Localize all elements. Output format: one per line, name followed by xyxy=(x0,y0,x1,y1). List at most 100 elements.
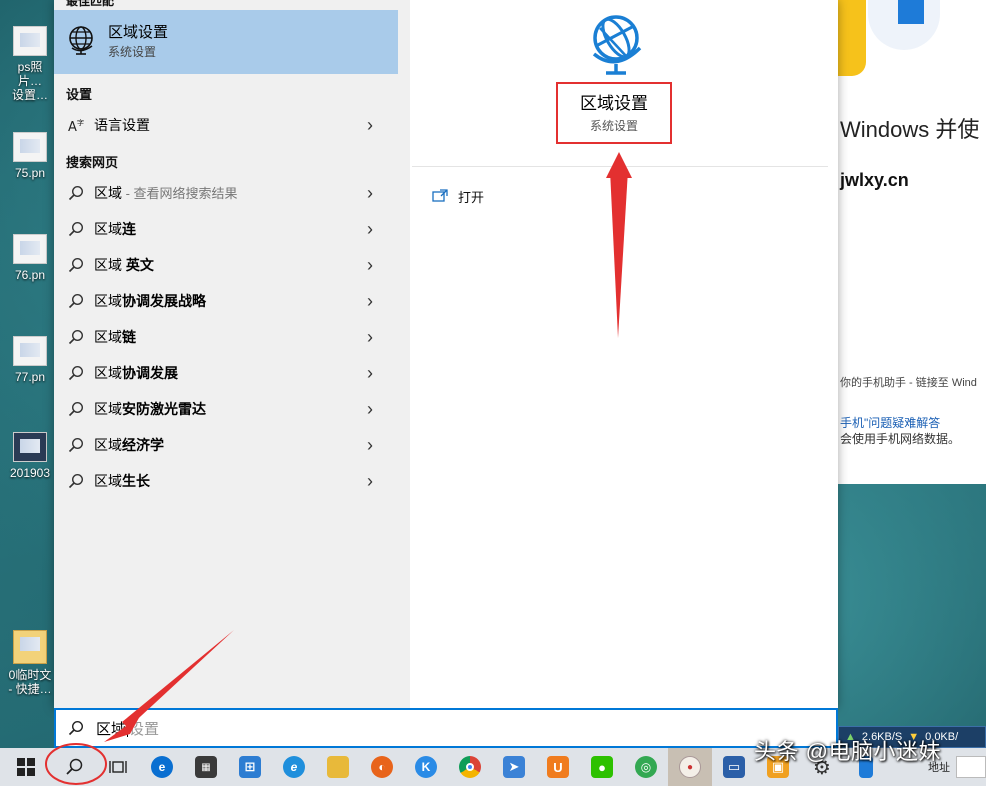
search-autocomplete: 设置 xyxy=(129,720,160,738)
web-result-label: 区域链 xyxy=(94,327,358,347)
search-icon xyxy=(66,327,86,347)
internet-explorer-icon: e xyxy=(283,756,305,778)
taskbar-app-uc-browser[interactable]: U xyxy=(536,748,580,786)
task-view-icon xyxy=(109,761,127,773)
preview-subtitle: 系统设置 xyxy=(589,119,638,133)
taskbar-app-calculator[interactable]: ▦ xyxy=(184,748,228,786)
taskbar-app-file-explorer[interactable] xyxy=(316,748,360,786)
taskbar-app-remote-desktop[interactable]: ▭ xyxy=(712,748,756,786)
chevron-right-icon[interactable]: › xyxy=(358,217,382,241)
web-result-query: 区域 xyxy=(94,401,122,417)
web-result-query: 区域 xyxy=(94,329,122,345)
best-match-header: 最佳匹配 xyxy=(66,0,115,8)
watermark: 头条 @电脑小迷妹 xyxy=(754,739,941,764)
taskbar-app-store[interactable]: ⊞ xyxy=(228,748,272,786)
taskbar-app-active[interactable]: ● xyxy=(668,748,712,786)
search-icon xyxy=(66,435,86,455)
web-result-row[interactable]: 区域 - 查看网络搜索结果 › xyxy=(54,176,398,210)
video-file-icon xyxy=(13,432,47,462)
web-result-label: 区域经济学 xyxy=(94,435,358,455)
web-result-completion: 协调发展战略 xyxy=(122,293,206,309)
best-match-result[interactable]: 区域设置 系统设置 xyxy=(54,10,398,74)
search-icon xyxy=(66,471,86,491)
web-result-completion: 连 xyxy=(122,221,136,237)
mascot-illustration xyxy=(838,0,866,76)
bird-icon: ➤ xyxy=(503,756,525,778)
chevron-right-icon[interactable]: › xyxy=(358,113,382,137)
web-result-query: 区域 xyxy=(94,437,122,453)
chevron-right-icon[interactable]: › xyxy=(358,361,382,385)
store-bag-icon: ⊞ xyxy=(239,756,261,778)
desktop-icon-76[interactable]: 76.pn xyxy=(6,234,54,282)
web-result-row[interactable]: 区域经济学 › xyxy=(54,428,398,462)
preview-pane: 区域设置 系统设置 打开 xyxy=(410,0,838,708)
web-result-row[interactable]: 区域安防激光雷达 › xyxy=(54,392,398,426)
taskbar-app-chrome[interactable] xyxy=(448,748,492,786)
task-view-button[interactable] xyxy=(96,748,140,786)
web-result-label: 区域 英文 xyxy=(94,255,358,275)
web-result-label: 区域连 xyxy=(94,219,358,239)
desktop-icon-label: 76.pn xyxy=(14,268,46,282)
taskbar-app-firefox[interactable]: ◐ xyxy=(360,748,404,786)
taskbar-app-kugou[interactable]: K xyxy=(404,748,448,786)
search-icon xyxy=(66,363,86,383)
search-icon xyxy=(66,399,86,419)
web-result-query: 区域 xyxy=(94,293,122,309)
chevron-right-icon[interactable]: › xyxy=(358,253,382,277)
web-result-row[interactable]: 区域生长 › xyxy=(54,464,398,498)
chevron-right-icon[interactable]: › xyxy=(358,397,382,421)
chevron-right-icon[interactable]: › xyxy=(358,289,382,313)
app-active-icon: ● xyxy=(679,756,701,778)
image-file-icon xyxy=(13,234,47,264)
shield-app-icon: ◎ xyxy=(635,756,657,778)
search-icon xyxy=(66,291,86,311)
taskbar-app-360[interactable]: ◎ xyxy=(624,748,668,786)
web-result-row[interactable]: 区域链 › xyxy=(54,320,398,354)
settings-item-language[interactable]: A字 语言设置 › xyxy=(54,108,398,142)
language-icon: A字 xyxy=(66,115,86,135)
web-section-header: 搜索网页 xyxy=(66,155,119,170)
desktop-icon-201903[interactable]: 201903 xyxy=(6,432,54,480)
web-result-row[interactable]: 区域 英文 › xyxy=(54,248,398,282)
taskbar-app-edge[interactable]: e xyxy=(140,748,184,786)
chevron-right-icon[interactable]: › xyxy=(358,325,382,349)
chrome-icon xyxy=(459,756,481,778)
web-result-row[interactable]: 区域协调发展 › xyxy=(54,356,398,390)
address-input[interactable] xyxy=(956,756,986,778)
text-caret xyxy=(127,719,129,737)
web-result-row[interactable]: 区域协调发展战略 › xyxy=(54,284,398,318)
search-icon xyxy=(68,718,88,738)
web-result-label: 区域生长 xyxy=(94,471,358,491)
results-list: 最佳匹配 区域设置 系统设置 设置 A 字 语言设置 › 搜索网页 区域 - 查… xyxy=(54,0,410,708)
chevron-right-icon[interactable]: › xyxy=(358,469,382,493)
background-app-title: Windows 并使 xyxy=(840,117,980,142)
chevron-right-icon[interactable]: › xyxy=(358,433,382,457)
taskbar-app-internet-explorer[interactable]: e xyxy=(272,748,316,786)
search-box[interactable]: 区域 设置 xyxy=(54,708,838,748)
device-illustration xyxy=(868,0,940,50)
background-app-url: jwlxy.cn xyxy=(840,170,909,190)
preview-title: 区域设置 xyxy=(580,94,648,113)
wechat-icon: ● xyxy=(591,756,613,778)
taskbar-search-button[interactable] xyxy=(52,748,96,786)
desktop-icon-ps-photo[interactable]: ps照片… 设置… xyxy=(6,26,54,102)
start-button[interactable] xyxy=(0,748,52,786)
background-app-window[interactable]: Windows 并使 jwlxy.cn 你的手机助手 - 链接至 Wind 手机… xyxy=(838,0,986,484)
taskbar-app-feishu[interactable]: ➤ xyxy=(492,748,536,786)
taskbar-app-wechat[interactable]: ● xyxy=(580,748,624,786)
desktop-icon-label: 77.pn xyxy=(14,370,46,384)
web-result-label: 区域协调发展 xyxy=(94,363,358,383)
desktop-icon-77[interactable]: 77.pn xyxy=(6,336,54,384)
desktop-icon-75[interactable]: 75.pn xyxy=(6,132,54,180)
image-file-icon xyxy=(13,26,47,56)
troubleshoot-link[interactable]: 手机"问题疑难解答 xyxy=(840,414,940,431)
web-result-completion: 协调发展 xyxy=(122,365,178,381)
globe-settings-icon xyxy=(586,10,650,78)
open-button[interactable]: 打开 xyxy=(430,184,484,208)
web-result-completion: 经济学 xyxy=(122,437,164,453)
desktop-icon-temp-shortcut[interactable]: 0临时文 - 快捷… xyxy=(6,630,54,696)
web-result-row[interactable]: 区域连 › xyxy=(54,212,398,246)
web-result-query: 区域 xyxy=(94,185,122,201)
chevron-right-icon[interactable]: › xyxy=(358,181,382,205)
windows-logo-icon xyxy=(17,758,35,776)
